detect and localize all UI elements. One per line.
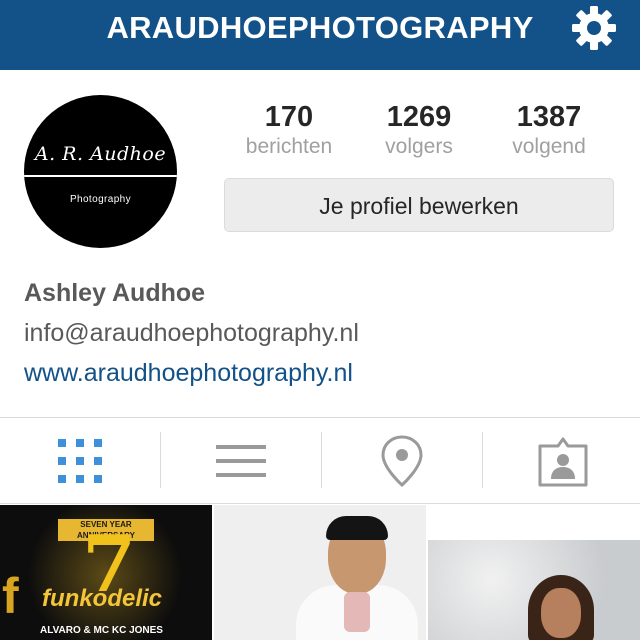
profile-name: Ashley Audhoe (24, 279, 206, 307)
stat-posts-value: 170 (264, 101, 314, 133)
avatar-divider (24, 175, 177, 177)
stat-following-label: volgend (512, 135, 586, 158)
stat-followers[interactable]: 1269 volgers (349, 100, 489, 160)
stat-posts[interactable]: 170 berichten (219, 100, 359, 160)
stat-followers-value: 1269 (386, 101, 452, 133)
poster-acts: ALVARO & MC KC JONES (40, 625, 163, 636)
tab-list-view[interactable] (161, 418, 321, 503)
portrait-man-scarf (344, 592, 370, 632)
portrait-man-hair (326, 516, 388, 540)
tab-location-view[interactable] (322, 418, 482, 503)
profile-email: info@araudhoephotography.nl (24, 319, 359, 347)
stat-posts-label: berichten (245, 135, 333, 158)
poster-brand-name: funkodelic (42, 585, 163, 612)
profile-website-link[interactable]: www.araudhoephotography.nl (24, 359, 353, 388)
username-title: ARAUDHOEPHOTOGRAPHY (106, 10, 534, 45)
tagged-person-icon (538, 437, 588, 486)
stat-followers-label: volgers (385, 135, 453, 158)
grid-icon (58, 438, 102, 483)
stat-following-value: 1387 (516, 101, 582, 133)
list-icon (216, 444, 266, 477)
post-thumbnail-1[interactable]: SEVEN YEAR ANNIVERSARY 7 f funkodelic AL… (0, 505, 212, 640)
portrait-woman-face (541, 588, 581, 638)
tab-bar-bottom-divider (0, 503, 640, 504)
top-bar: ARAUDHOEPHOTOGRAPHY (0, 0, 640, 70)
avatar-logo-script: A. R. Audhoe (34, 143, 167, 165)
location-pin-icon (381, 434, 423, 487)
avatar-logo-subtitle: Photography (69, 194, 132, 205)
tab-grid-view[interactable] (0, 418, 160, 503)
edit-profile-button[interactable]: Je profiel bewerken (224, 178, 614, 232)
gear-icon[interactable] (571, 5, 617, 51)
stat-following[interactable]: 1387 volgend (479, 100, 619, 160)
profile-avatar[interactable]: A. R. Audhoe Photography (24, 95, 177, 248)
poster-side-letter: f (2, 568, 19, 624)
tab-tagged-view[interactable] (483, 418, 640, 503)
